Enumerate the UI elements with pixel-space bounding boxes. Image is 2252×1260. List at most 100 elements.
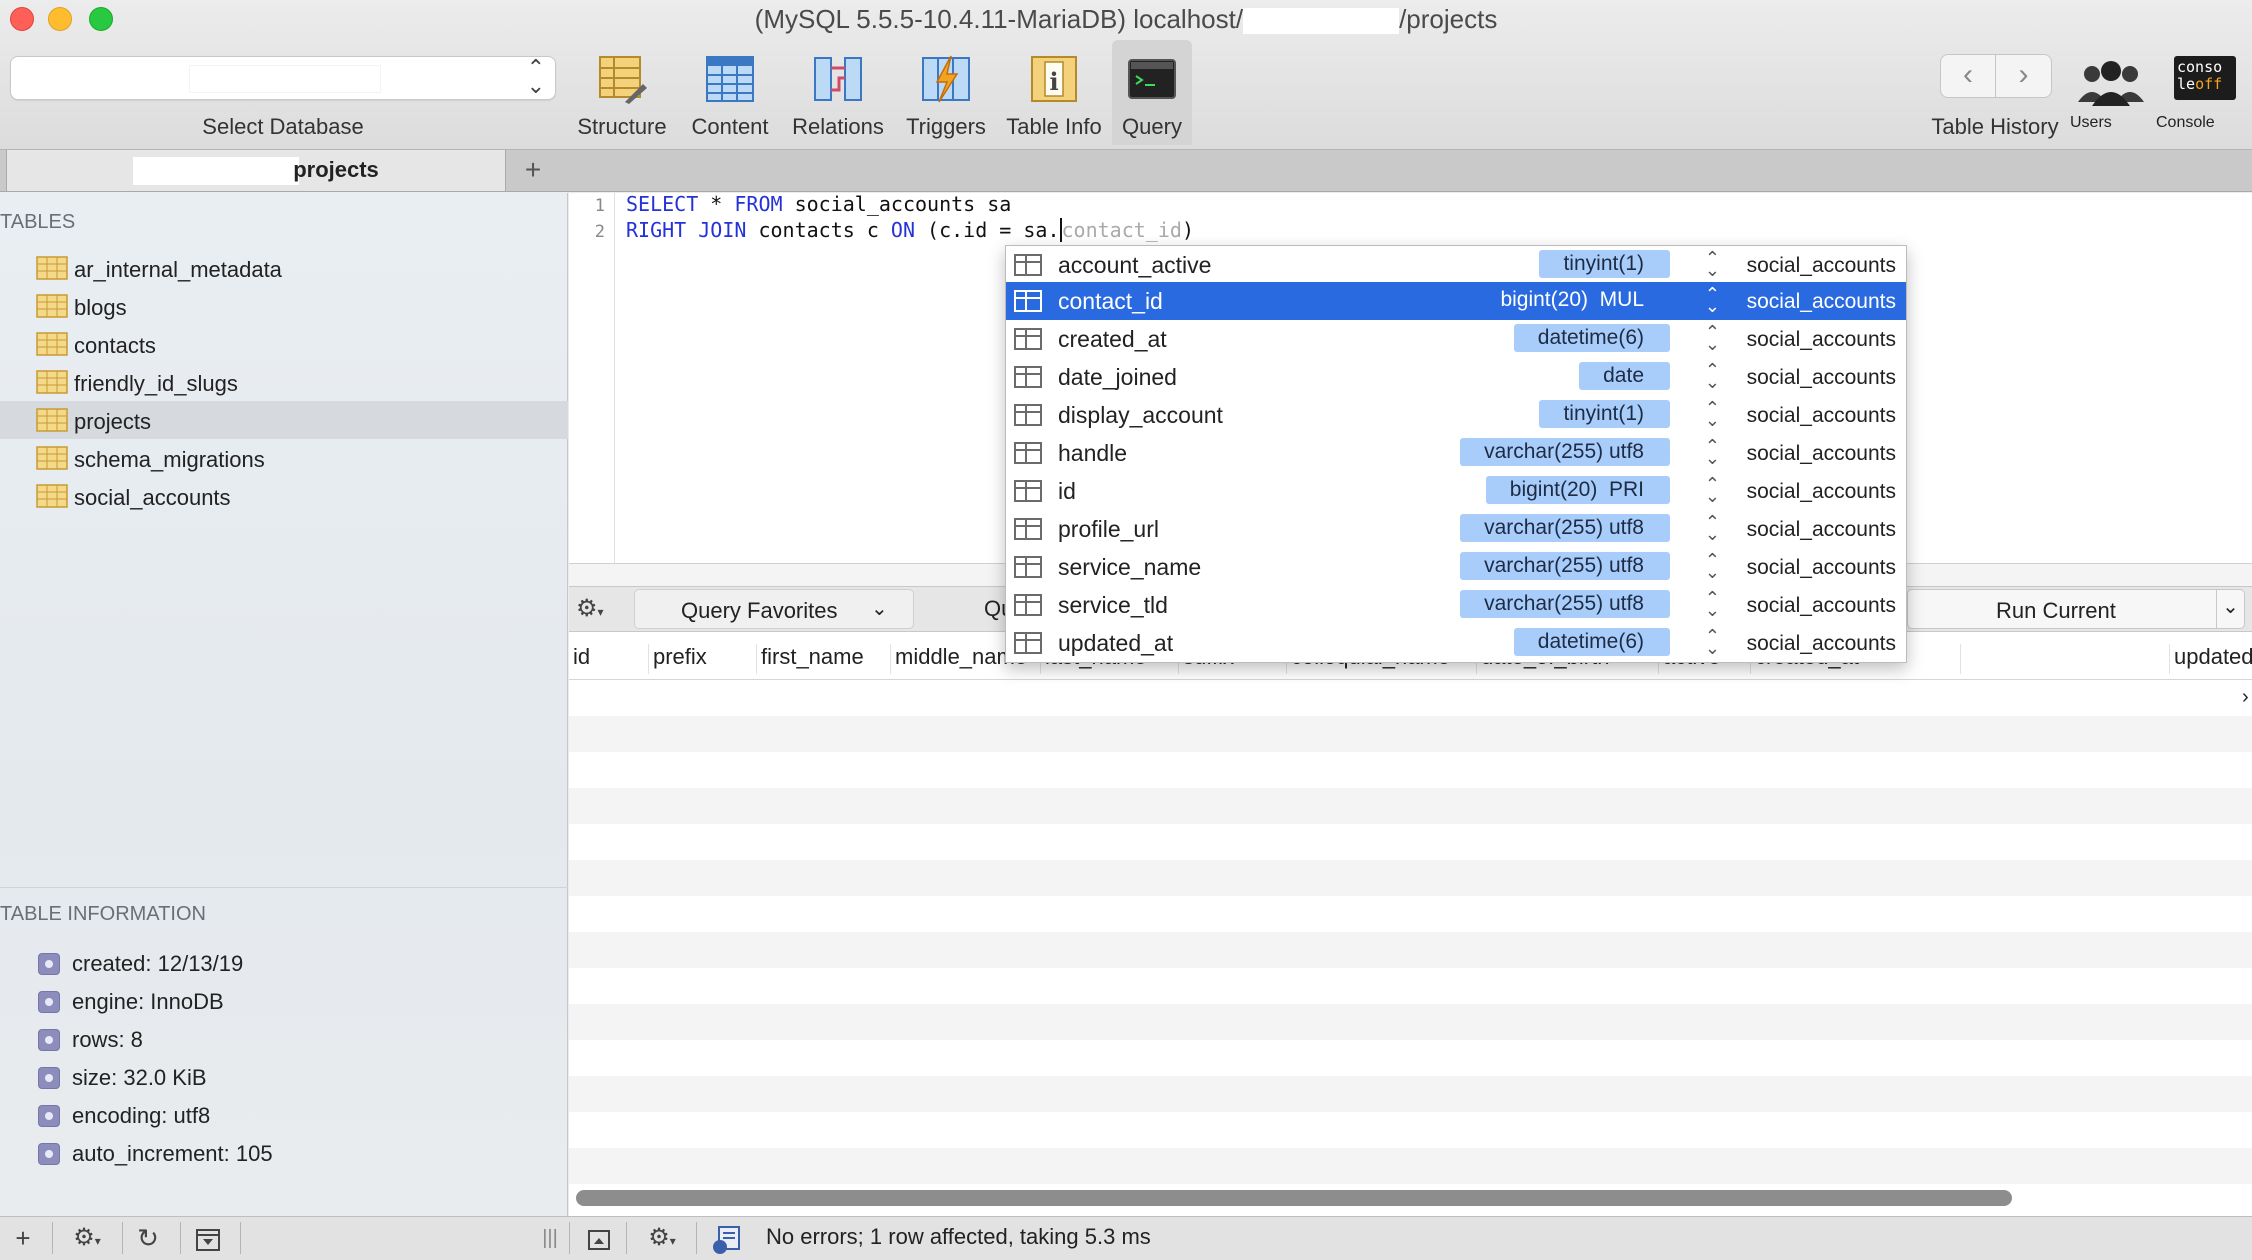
sidebar: TABLES ar_internal_metadata blogs contac… [0,193,568,1216]
sidebar-item-label: social_accounts [74,485,231,510]
sidebar-gear-button[interactable]: ⚙▾ [62,1216,112,1260]
sidebar-item-social-accounts[interactable]: social_accounts [0,477,568,515]
column-name: handle [1058,440,1128,466]
divider [240,1222,241,1254]
column-type-badge: date [1579,362,1670,390]
chevron-right-icon: › [2018,58,2029,91]
column-name: profile_url [1058,516,1159,542]
autocomplete-item[interactable]: account_active tinyint(1) ⌃ ⌄ social_account… [1006,246,1906,284]
autocomplete-item[interactable]: profile_url varchar(255) utf8 ⌃ ⌄ social_acc… [1006,510,1906,548]
updown-arrows-icon: ⌃ ⌄ [1704,284,1720,316]
structure-icon [599,56,647,104]
autocomplete-item[interactable]: id bigint(20) PRI ⌃ ⌄ social_accounts [1006,472,1906,510]
relations-button[interactable]: Relations [784,40,892,145]
column-table: social_accounts [1746,290,1896,313]
panel-up-icon [588,1230,610,1251]
column-header[interactable]: first_name [757,644,891,674]
back-button[interactable]: ‹ [1940,54,1996,98]
table-info-button[interactable]: i Table Info [1000,40,1108,145]
column-type-badge: varchar(255) utf8 [1460,590,1670,618]
autocomplete-item[interactable]: date_joined date ⌃ ⌄ social_accounts [1006,358,1906,396]
divider [569,1222,570,1254]
chevron-left-icon: ‹ [1963,58,1973,91]
refresh-button[interactable]: ↻ [130,1216,166,1260]
column-icon [1014,404,1042,426]
info-item-rows: rows: 8 [0,1019,568,1057]
gear-menu-button[interactable]: ⚙▾ [576,592,626,626]
tab-projects[interactable]: projects [6,150,506,192]
column-icon [1014,594,1042,616]
updown-arrows-icon: ⌃ ⌄ [1704,474,1720,506]
add-table-button[interactable]: + [8,1216,38,1260]
triggers-icon [922,55,970,103]
info-item-auto-increment: auto_increment: 105 [0,1133,568,1171]
sidebar-item-friendly-id-slugs[interactable]: friendly_id_slugs [0,363,568,401]
sidebar-item-schema-migrations[interactable]: schema_migrations [0,439,568,477]
chevron-down-icon[interactable]: ⌄ [2216,590,2244,628]
horizontal-scrollbar[interactable] [576,1190,2012,1206]
column-type-badge: bigint(20) PRI [1485,476,1670,504]
add-tab-button[interactable]: + [518,150,548,192]
line-number: 2 [594,222,605,242]
forward-button[interactable]: › [1996,54,2052,98]
query-log-icon [713,1226,740,1255]
column-icon [1014,328,1042,350]
info-item-size: size: 32.0 KiB [0,1057,568,1095]
database-select[interactable]: ⌃ ⌄ [10,56,556,100]
column-icon [1014,480,1042,502]
select-database-label: Select Database [202,114,364,139]
info-item-engine: engine: InnoDB [0,981,568,1019]
updown-arrows-icon: ⌃ ⌄ [1704,626,1720,658]
info-bullet-icon [38,953,60,975]
column-table: social_accounts [1746,366,1896,389]
window-title: (MySQL 5.5.5-10.4.11-MariaDB) localhost/… [754,4,1498,35]
autocomplete-item[interactable]: display_account tinyint(1) ⌃ ⌄ social_accoun… [1006,396,1906,434]
query-favorites-button[interactable]: Query Favorites ⌄ [634,589,914,629]
sidebar-item-projects[interactable]: projects [0,401,568,439]
line-number: 1 [594,196,605,216]
sidebar-item-blogs[interactable]: blogs [0,287,568,325]
users-button[interactable]: Users [2070,40,2154,145]
autocomplete-item[interactable]: updated_at datetime(6) ⌃ ⌄ social_accounts [1006,624,1906,662]
sidebar-item-ar-internal-metadata[interactable]: ar_internal_metadata [0,249,568,287]
divider [180,1222,181,1254]
query-button[interactable]: Query [1112,40,1192,145]
table-information-header: TABLE INFORMATION [0,903,206,925]
column-header[interactable]: updated [2169,644,2252,674]
column-name: created_at [1058,326,1167,352]
sidebar-item-label: friendly_id_slugs [74,371,238,396]
sidebar-item-label: schema_migrations [74,447,265,472]
column-table: social_accounts [1746,518,1896,541]
sidebar-item-label: contacts [74,333,156,358]
column-header[interactable]: prefix [649,644,757,674]
info-bullet-icon [38,1143,60,1165]
run-current-label: Run Current [1996,598,2116,623]
sidebar-item-contacts[interactable]: contacts [0,325,568,363]
info-bullet-icon [38,991,60,1013]
table-info-label: Table Info [1006,114,1102,139]
filter-button[interactable] [190,1216,226,1260]
autocomplete-item-selected[interactable]: contact_id bigint(20) MUL ⌃ ⌄ social_account… [1006,282,1906,320]
table-icon [36,408,68,432]
content-button[interactable]: Content [676,40,784,145]
empty-row [569,860,2252,896]
column-type-badge: varchar(255) utf8 [1460,514,1670,542]
resize-grip-icon[interactable]: ||| [540,1216,560,1260]
column-header[interactable]: id [569,644,649,674]
query-log-button[interactable] [706,1216,746,1260]
run-current-button[interactable]: Run Current ⌄ [1907,589,2245,629]
results-gear-button[interactable]: ⚙▾ [636,1216,688,1260]
column-table: social_accounts [1746,442,1896,465]
autocomplete-item[interactable]: created_at datetime(6) ⌃ ⌄ social_accounts [1006,320,1906,358]
structure-button[interactable]: Structure [568,40,676,145]
autocomplete-item[interactable]: service_name varchar(255) utf8 ⌃ ⌄ social_ac… [1006,548,1906,586]
column-table: social_accounts [1746,556,1896,579]
column-name: id [1058,478,1076,504]
toggle-editor-button[interactable] [584,1216,614,1260]
triggers-button[interactable]: Triggers [892,40,1000,145]
column-name: contact_id [1058,288,1163,314]
autocomplete-item[interactable]: service_tld varchar(255) utf8 ⌃ ⌄ social_acc… [1006,586,1906,624]
autocomplete-item[interactable]: handle varchar(255) utf8 ⌃ ⌄ social_accounts [1006,434,1906,472]
info-bullet-icon [38,1067,60,1089]
console-button[interactable]: conso leoff Console [2156,40,2252,145]
